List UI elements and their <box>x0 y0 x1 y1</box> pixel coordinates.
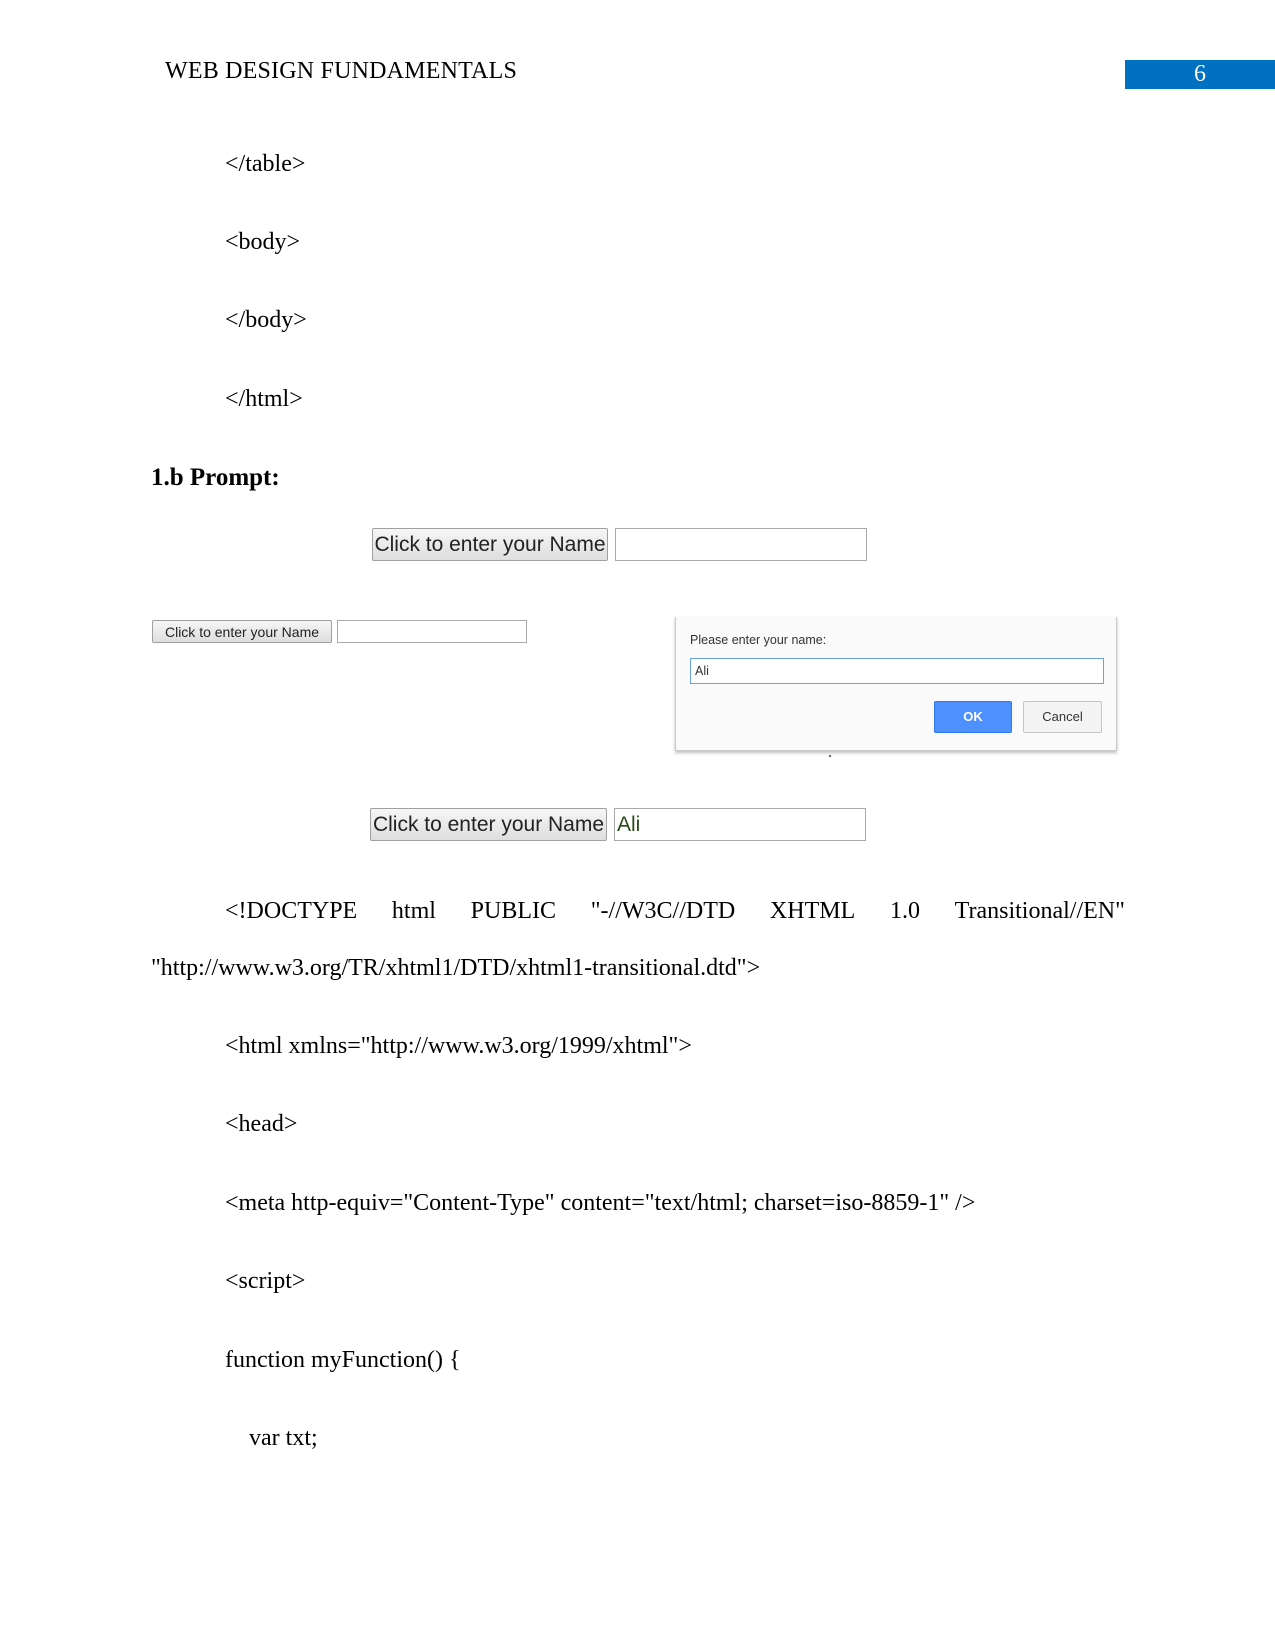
enter-name-button[interactable]: Click to enter your Name <box>152 620 332 643</box>
name-input[interactable]: Ali <box>614 808 866 841</box>
code-line: var txt; <box>225 1425 318 1451</box>
ok-button[interactable]: OK <box>934 701 1012 733</box>
code-line: </table> <box>225 151 306 177</box>
code-token: PUBLIC <box>470 898 557 924</box>
running-head: WEB DESIGN FUNDAMENTALS <box>165 58 518 84</box>
name-input[interactable] <box>337 620 527 643</box>
code-token: <!DOCTYPE <box>225 898 358 924</box>
prompt-message: Please enter your name: <box>690 633 827 647</box>
code-token: "-//W3C//DTD <box>590 898 736 924</box>
cancel-button[interactable]: Cancel <box>1023 701 1102 733</box>
code-token: html <box>391 898 436 924</box>
code-token: 1.0 <box>889 898 920 924</box>
code-line: <html xmlns="http://www.w3.org/1999/xhtm… <box>225 1033 692 1059</box>
code-line: "http://www.w3.org/TR/xhtml1/DTD/xhtml1-… <box>151 955 761 981</box>
code-line: <head> <box>225 1111 298 1137</box>
enter-name-button[interactable]: Click to enter your Name <box>370 808 607 841</box>
enter-name-button[interactable]: Click to enter your Name <box>372 528 608 561</box>
code-token: XHTML <box>769 898 856 924</box>
code-line: <body> <box>225 229 301 255</box>
section-heading: 1.b Prompt: <box>151 464 280 491</box>
code-line: function myFunction() { <box>225 1347 461 1373</box>
doctype-line: <!DOCTYPE html PUBLIC "-//W3C//DTD XHTML… <box>225 897 1125 925</box>
code-line: </body> <box>225 307 307 333</box>
page-number: 6 <box>1125 60 1275 89</box>
code-line: </html> <box>225 386 303 412</box>
code-token: Transitional//EN" <box>954 898 1125 924</box>
code-line: <script> <box>225 1268 306 1294</box>
prompt-input[interactable]: Ali <box>690 658 1104 684</box>
name-input[interactable] <box>615 528 867 561</box>
code-line: <meta http-equiv="Content-Type" content=… <box>225 1190 976 1216</box>
dialog-artifact-dot <box>829 755 831 757</box>
prompt-dialog: Please enter your name: Ali OK Cancel <box>675 617 1117 751</box>
